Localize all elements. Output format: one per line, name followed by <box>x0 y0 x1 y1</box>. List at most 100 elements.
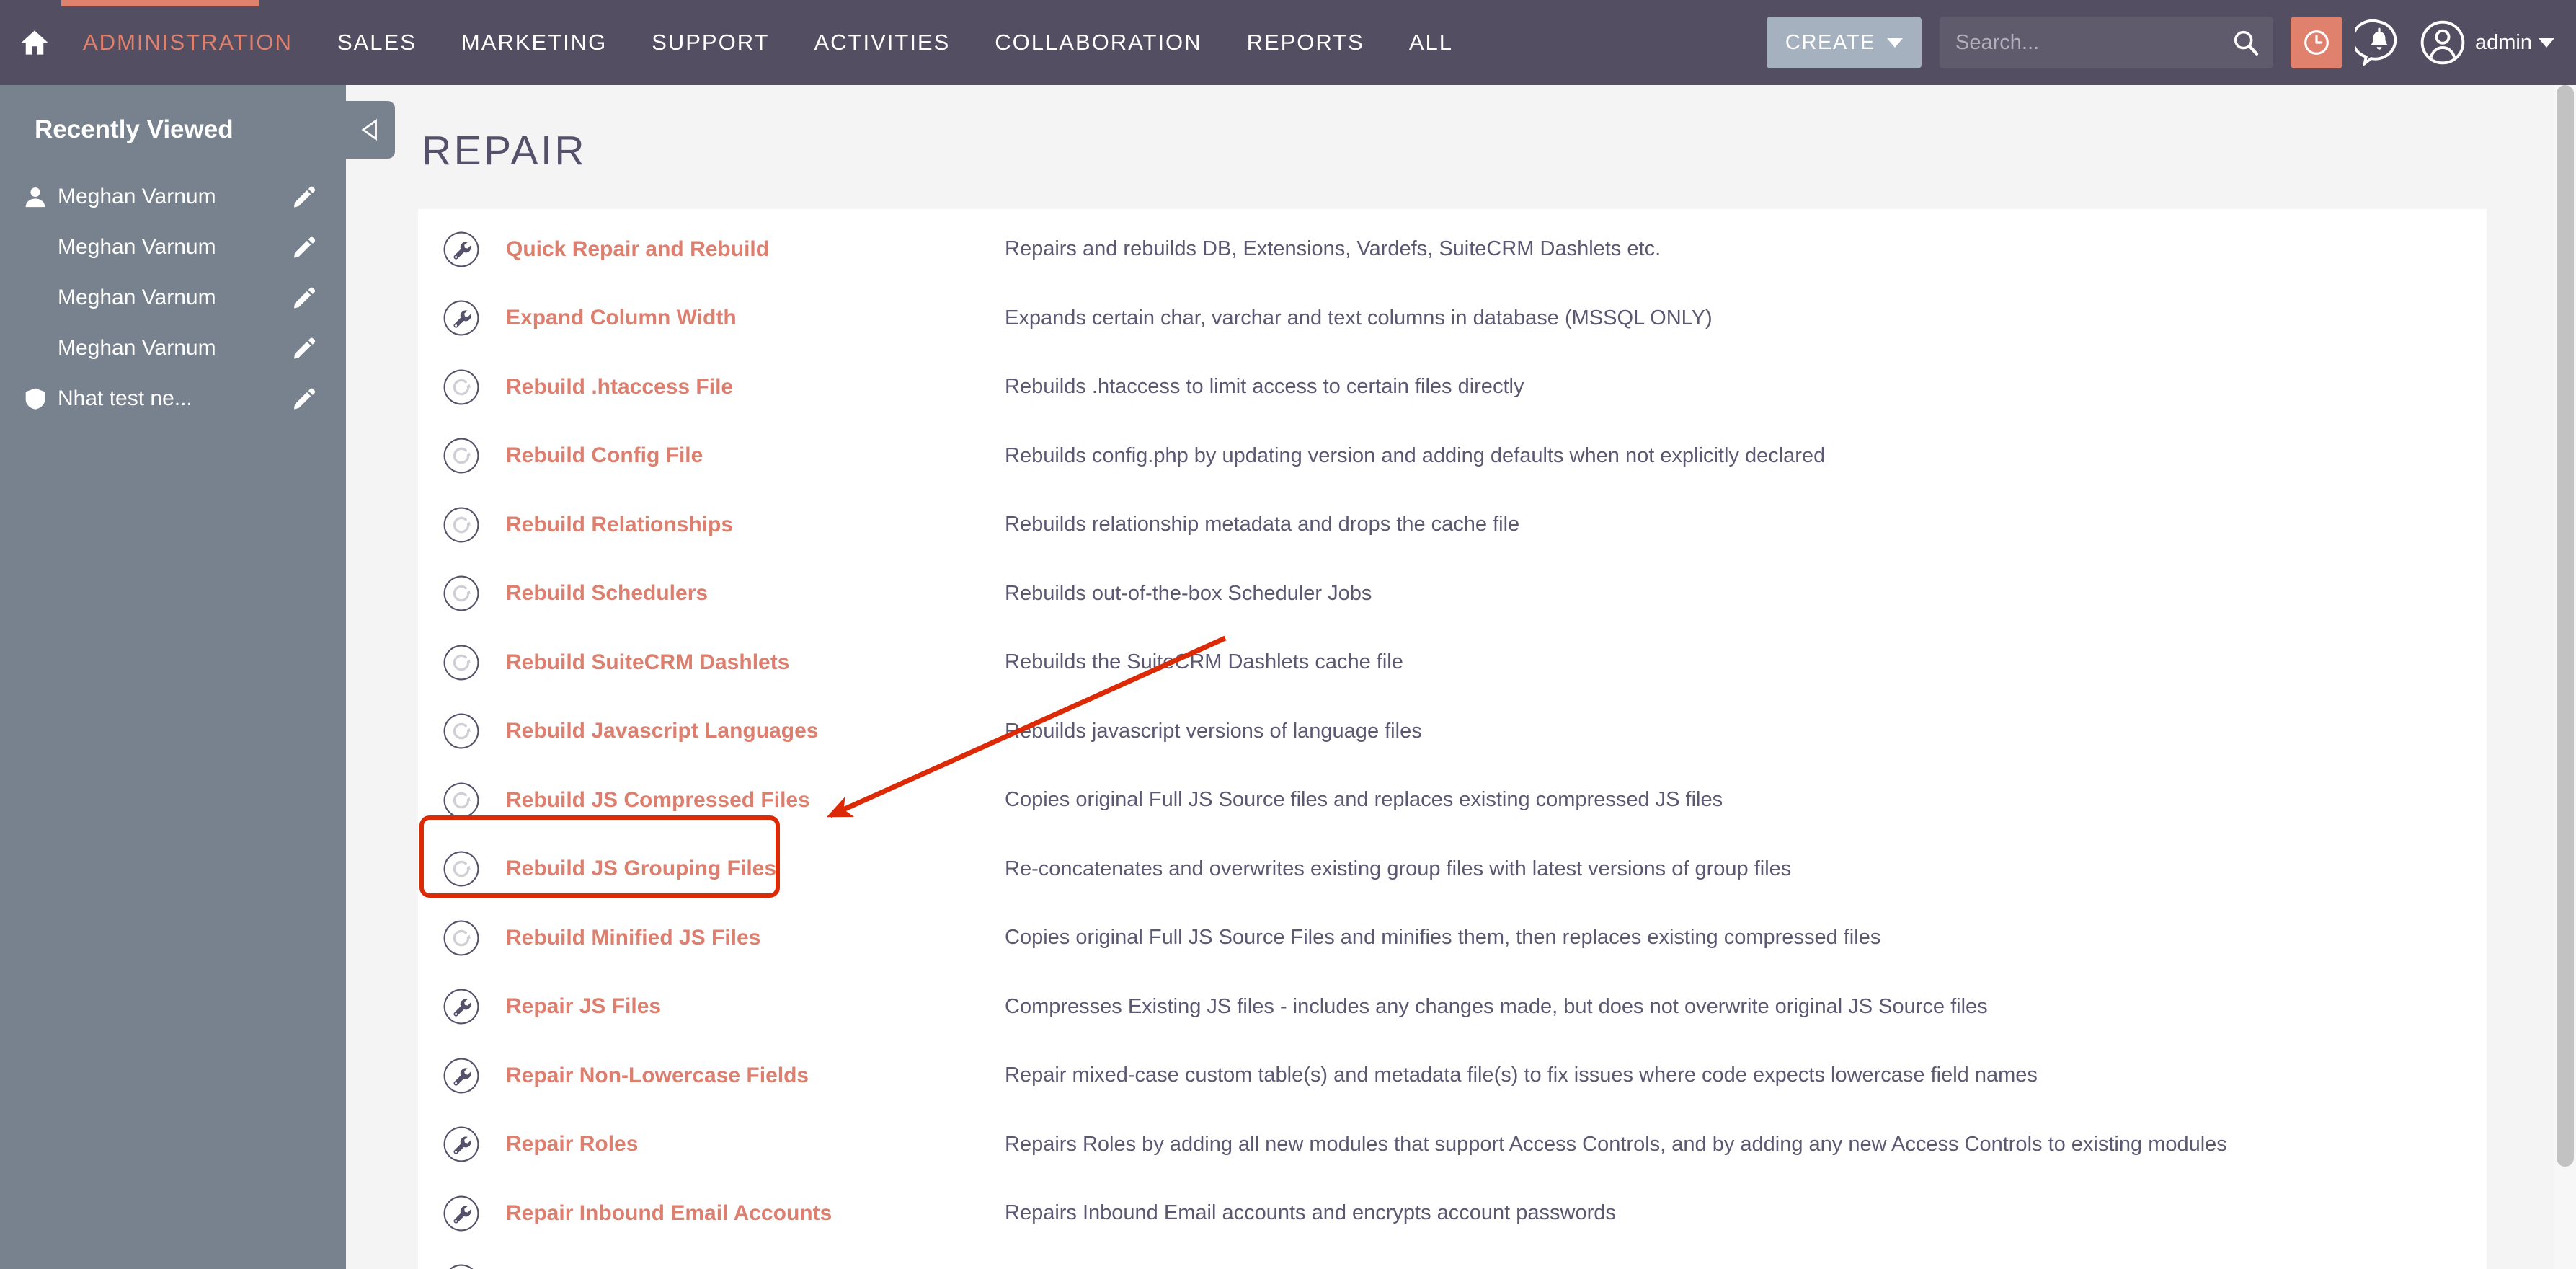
repair-action-description: Rebuilds .htaccess to limit access to ce… <box>1005 375 1524 399</box>
refresh-icon <box>435 712 487 750</box>
wrench-icon <box>435 1263 487 1269</box>
list-item-label: Meghan Varnum <box>58 185 216 208</box>
repair-action-link[interactable]: Repair Inbound Email Accounts <box>487 1201 1005 1226</box>
wrench-glyph <box>443 1195 479 1232</box>
repair-action-row[interactable]: Quick Repair and Rebuild Repairs and rebu… <box>418 215 2487 284</box>
repair-action-row[interactable]: Rebuild Config File Rebuilds config.php b… <box>418 422 2487 491</box>
repair-action-row[interactable]: Rebuild .htaccess File Rebuilds .htaccess… <box>418 353 2487 422</box>
active-tab-indicator <box>61 0 259 6</box>
list-item[interactable]: Meghan Varnum <box>0 222 346 273</box>
repair-action-row[interactable]: Rebuild Schedulers Rebuilds out-of-the-bo… <box>418 560 2487 629</box>
clock-icon[interactable] <box>2291 17 2342 68</box>
pencil-icon[interactable] <box>291 235 316 260</box>
repair-action-link[interactable]: Rebuild Schedulers <box>487 581 1005 606</box>
repair-action-description: Copies original Full JS Source files and… <box>1005 788 1723 812</box>
clock-glyph <box>2304 30 2329 55</box>
repair-action-description: Compresses Existing JS files - includes … <box>1005 994 1988 1018</box>
nav-item-reports[interactable]: REPORTS <box>1225 0 1387 85</box>
refresh-glyph <box>443 851 479 887</box>
repair-action-row[interactable]: Rebuild Minified JS Files Copies original… <box>418 903 2487 973</box>
refresh-glyph <box>443 713 479 749</box>
user-avatar-glyph <box>2420 20 2465 65</box>
user-avatar-icon[interactable] <box>2416 16 2469 69</box>
repair-action-description: Rebuilds javascript versions of language… <box>1005 719 1422 743</box>
repair-action-row[interactable]: Repair JS Files Compresses Existing JS fi… <box>418 973 2487 1042</box>
repair-action-link[interactable]: Rebuild Relationships <box>487 513 1005 537</box>
repair-action-description: Repairs and rebuilds DB, Extensions, Var… <box>1005 237 1661 261</box>
repair-action-description: Rebuilds config.php by updating version … <box>1005 443 1826 467</box>
chevron-down-icon <box>2539 37 2554 48</box>
shield-icon <box>19 386 52 411</box>
create-button-label: CREATE <box>1785 31 1875 54</box>
repair-action-description: Repair mixed-case custom table(s) and me… <box>1005 1064 2038 1087</box>
nav-item-administration[interactable]: ADMINISTRATION <box>61 0 315 85</box>
refresh-icon <box>435 368 487 406</box>
repair-action-link[interactable]: Repair JS Files <box>487 994 1005 1019</box>
repair-action-row[interactable]: Expand Column Width Expands certain char,… <box>418 284 2487 353</box>
refresh-glyph <box>443 438 479 474</box>
top-navigation-bar: ADMINISTRATION SALES MARKETING SUPPORT A… <box>0 0 2576 85</box>
nav-item-sales[interactable]: SALES <box>315 0 439 85</box>
refresh-icon <box>435 506 487 544</box>
nav-item-activities[interactable]: ACTIVITIES <box>791 0 972 85</box>
pencil-icon[interactable] <box>291 286 316 310</box>
recently-viewed-sidebar: Recently Viewed Meghan Varnum Meghan Var… <box>0 85 346 1269</box>
repair-action-row[interactable]: Rebuild Javascript Languages Rebuilds jav… <box>418 697 2487 766</box>
list-item[interactable]: Meghan Varnum <box>0 172 346 222</box>
repair-action-row[interactable] <box>418 1248 2487 1269</box>
notification-bell-icon[interactable] <box>2353 16 2406 69</box>
repair-action-link[interactable]: Rebuild Config File <box>487 443 1005 468</box>
repair-action-link[interactable]: Repair Roles <box>487 1132 1005 1157</box>
repair-action-row[interactable]: Rebuild SuiteCRM Dashlets Rebuilds the Su… <box>418 628 2487 697</box>
refresh-icon <box>435 782 487 819</box>
repair-action-description: Repairs Roles by adding all new modules … <box>1005 1132 2227 1156</box>
repair-action-link[interactable]: Repair Non-Lowercase Fields <box>487 1064 1005 1088</box>
scrollbar-thumb[interactable] <box>2557 85 2574 1167</box>
wrench-icon <box>435 988 487 1025</box>
repair-action-link[interactable]: Quick Repair and Rebuild <box>487 237 1005 262</box>
wrench-icon <box>435 1195 487 1232</box>
nav-item-marketing[interactable]: MARKETING <box>439 0 629 85</box>
nav-item-collaboration[interactable]: COLLABORATION <box>972 0 1224 85</box>
list-item[interactable]: Meghan Varnum <box>0 323 346 373</box>
search-icon[interactable] <box>2231 28 2260 57</box>
search-box[interactable] <box>1940 17 2273 68</box>
repair-action-row[interactable]: Repair Non-Lowercase Fields Repair mixed-… <box>418 1041 2487 1110</box>
nav-item-all[interactable]: ALL <box>1387 0 1475 85</box>
pencil-icon[interactable] <box>291 336 316 361</box>
repair-action-link[interactable]: Rebuild SuiteCRM Dashlets <box>487 650 1005 675</box>
repair-action-link[interactable]: Rebuild JS Grouping Files <box>487 857 1005 881</box>
refresh-icon <box>435 850 487 888</box>
wrench-icon <box>435 299 487 337</box>
repair-action-link[interactable]: Rebuild JS Compressed Files <box>487 788 1005 813</box>
repair-action-link[interactable]: Rebuild .htaccess File <box>487 375 1005 399</box>
sidebar-collapse-toggle[interactable] <box>346 101 395 159</box>
contact-person-icon <box>19 185 52 209</box>
create-button[interactable]: CREATE <box>1766 17 1922 68</box>
repair-action-row[interactable]: Rebuild JS Compressed Files Copies origin… <box>418 766 2487 835</box>
repair-action-row[interactable]: Repair Roles Repairs Roles by adding all … <box>418 1110 2487 1180</box>
pencil-icon[interactable] <box>291 185 316 209</box>
repair-action-link[interactable]: Rebuild Javascript Languages <box>487 719 1005 743</box>
repair-action-row[interactable]: Repair Inbound Email Accounts Repairs Inb… <box>418 1179 2487 1248</box>
search-input[interactable] <box>1940 17 2273 68</box>
refresh-glyph <box>443 645 479 681</box>
repair-action-description: Re-concatenates and overwrites existing … <box>1005 857 1792 880</box>
repair-action-description: Rebuilds the SuiteCRM Dashlets cache fil… <box>1005 650 1403 674</box>
wrench-glyph <box>443 1126 479 1162</box>
pencil-icon[interactable] <box>291 386 316 411</box>
refresh-glyph <box>443 369 479 405</box>
person-glyph <box>25 187 45 208</box>
repair-action-link[interactable]: Rebuild Minified JS Files <box>487 926 1005 950</box>
repair-action-row[interactable]: Rebuild Relationships Rebuilds relationsh… <box>418 490 2487 560</box>
main-content: REPAIR Quick Repair and Rebuild Repairs a… <box>346 85 2576 1269</box>
list-item[interactable]: Meghan Varnum <box>0 273 346 323</box>
admin-menu[interactable]: admin <box>2475 31 2554 55</box>
nav-item-support[interactable]: SUPPORT <box>629 0 791 85</box>
repair-action-row[interactable]: Rebuild JS Grouping Files Re-concatenates… <box>418 835 2487 904</box>
repair-action-link[interactable]: Expand Column Width <box>487 306 1005 330</box>
list-item[interactable]: Nhat test ne... <box>0 373 346 424</box>
home-icon[interactable] <box>9 0 61 85</box>
vertical-scrollbar[interactable] <box>2554 85 2576 1269</box>
repair-actions-card: Quick Repair and Rebuild Repairs and rebu… <box>418 209 2487 1269</box>
